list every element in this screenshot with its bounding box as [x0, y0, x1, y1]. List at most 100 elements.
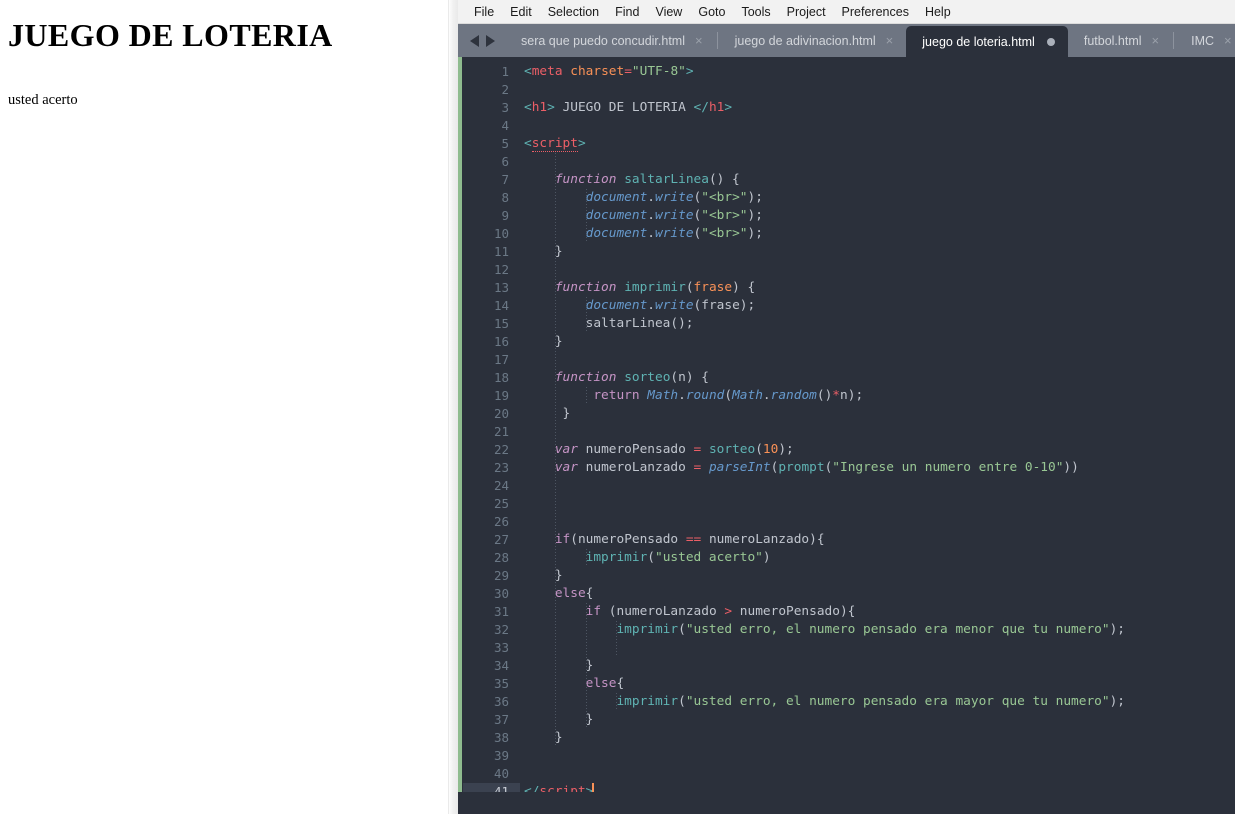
- editor-tab[interactable]: juego de adivinacion.html ×: [719, 24, 907, 57]
- code-line[interactable]: var numeroPensado = sorteo(10);: [524, 441, 1235, 459]
- code-line[interactable]: [524, 495, 1235, 513]
- line-number: 26: [493, 514, 509, 529]
- menu-item-preferences[interactable]: Preferences: [834, 3, 917, 21]
- menu-item-find[interactable]: Find: [607, 3, 647, 21]
- line-number: 37: [493, 712, 509, 727]
- code-line[interactable]: }: [524, 729, 1235, 747]
- code-token: function: [554, 370, 617, 385]
- code-token: (: [670, 370, 679, 385]
- menu-item-help[interactable]: Help: [917, 3, 959, 21]
- code-line[interactable]: imprimir("usted acerto"): [524, 549, 1235, 567]
- triangle-left-icon[interactable]: [470, 34, 479, 47]
- code-line[interactable]: else{: [524, 585, 1235, 603]
- indent-guide: [554, 549, 556, 567]
- code-line[interactable]: [524, 153, 1235, 171]
- code-line[interactable]: document.write(frase);: [524, 297, 1235, 315]
- editor-tab-active[interactable]: juego de loteria.html: [906, 26, 1068, 57]
- menu-item-file[interactable]: File: [466, 3, 502, 21]
- code-token: (: [685, 280, 694, 295]
- code-token: .: [647, 208, 655, 223]
- code-token: .: [647, 190, 655, 205]
- indent-guide: [616, 621, 618, 639]
- menu-item-project[interactable]: Project: [779, 3, 834, 21]
- code-line[interactable]: else{: [524, 675, 1235, 693]
- editor-tab[interactable]: futbol.html ×: [1068, 24, 1172, 57]
- code-token: document: [585, 190, 648, 205]
- indent-guide: [585, 225, 587, 243]
- indent-guide: [585, 189, 587, 207]
- code-line[interactable]: document.write("<br>");: [524, 189, 1235, 207]
- code-line[interactable]: [524, 117, 1235, 135]
- code-line[interactable]: function sorteo(n) {: [524, 369, 1235, 387]
- code-token: <: [524, 136, 532, 151]
- code-content[interactable]: <meta charset="UTF-8"> <h1> JUEGO DE LOTE…: [520, 57, 1235, 792]
- editor-tab[interactable]: sera que puedo concudir.html ×: [505, 24, 716, 57]
- code-line[interactable]: imprimir("usted erro, el numero pensado …: [524, 693, 1235, 711]
- code-line[interactable]: <meta charset="UTF-8">: [524, 63, 1235, 81]
- code-line[interactable]: [524, 639, 1235, 657]
- code-line[interactable]: if (numeroLanzado > numeroPensado){: [524, 603, 1235, 621]
- line-number: 15: [493, 316, 509, 331]
- code-line[interactable]: [524, 513, 1235, 531]
- indent-guide: [554, 153, 556, 171]
- code-line[interactable]: document.write("<br>");: [524, 225, 1235, 243]
- code-editor[interactable]: 1 2 3 4 5 6 7 8 9 10 11 12 13 14 15 16 17 18 19 20 21 22 23 24 2…: [458, 57, 1235, 792]
- code-line[interactable]: [524, 81, 1235, 99]
- code-line[interactable]: </script>: [524, 783, 1235, 792]
- code-line[interactable]: }: [524, 405, 1235, 423]
- code-line[interactable]: <h1> JUEGO DE LOTERIA </h1>: [524, 99, 1235, 117]
- code-line[interactable]: [524, 765, 1235, 783]
- code-line[interactable]: [524, 351, 1235, 369]
- code-token: meta: [531, 64, 563, 79]
- close-icon[interactable]: ×: [1152, 34, 1160, 47]
- menu-item-view[interactable]: View: [647, 3, 690, 21]
- menu-item-tools[interactable]: Tools: [733, 3, 778, 21]
- browser-scrollbar[interactable]: [448, 0, 458, 814]
- code-line[interactable]: }: [524, 657, 1235, 675]
- code-line[interactable]: imprimir("usted erro, el numero pensado …: [524, 621, 1235, 639]
- unsaved-dot-icon[interactable]: [1046, 37, 1055, 46]
- code-token: document: [585, 226, 648, 241]
- close-icon[interactable]: ×: [886, 34, 894, 47]
- code-line[interactable]: [524, 261, 1235, 279]
- close-icon[interactable]: ×: [1224, 34, 1232, 47]
- menu-item-edit[interactable]: Edit: [502, 3, 540, 21]
- code-line[interactable]: }: [524, 711, 1235, 729]
- line-number: 7: [501, 172, 509, 187]
- code-line[interactable]: saltarLinea();: [524, 315, 1235, 333]
- line-number: 5: [501, 136, 509, 151]
- browser-preview-pane: JUEGO DE LOTERIA usted acerto: [0, 0, 458, 814]
- code-line[interactable]: document.write("<br>");: [524, 207, 1235, 225]
- code-token: =: [624, 64, 632, 79]
- triangle-right-icon[interactable]: [486, 34, 495, 47]
- indent-guide: [554, 729, 556, 747]
- menu-item-goto[interactable]: Goto: [690, 3, 733, 21]
- menu-item-selection[interactable]: Selection: [540, 3, 607, 21]
- code-line[interactable]: if(numeroPensado == numeroLanzado){: [524, 531, 1235, 549]
- code-line[interactable]: function imprimir(frase) {: [524, 279, 1235, 297]
- code-line[interactable]: var numeroLanzado = parseInt(prompt("Ing…: [524, 459, 1235, 477]
- code-line[interactable]: [524, 747, 1235, 765]
- code-line[interactable]: function saltarLinea() {: [524, 171, 1235, 189]
- code-line[interactable]: }: [524, 243, 1235, 261]
- code-token: "<br>": [701, 190, 748, 205]
- code-line[interactable]: [524, 423, 1235, 441]
- code-line[interactable]: }: [524, 567, 1235, 585]
- code-token: .: [647, 298, 655, 313]
- indent-guide: [616, 693, 618, 711]
- indent-guide: [585, 693, 587, 711]
- code-token: (: [678, 622, 686, 637]
- code-token: "<br>": [701, 208, 748, 223]
- line-number: 40: [493, 766, 509, 781]
- close-icon[interactable]: ×: [695, 34, 703, 47]
- code-line[interactable]: [524, 477, 1235, 495]
- code-token: .: [762, 388, 771, 403]
- code-line[interactable]: return Math.round(Math.random()*n);: [524, 387, 1235, 405]
- code-line[interactable]: }: [524, 333, 1235, 351]
- code-token: );: [847, 388, 864, 403]
- editor-tab[interactable]: IMC ×: [1175, 24, 1235, 57]
- line-number: 30: [493, 586, 509, 601]
- code-line[interactable]: <script>: [524, 135, 1235, 153]
